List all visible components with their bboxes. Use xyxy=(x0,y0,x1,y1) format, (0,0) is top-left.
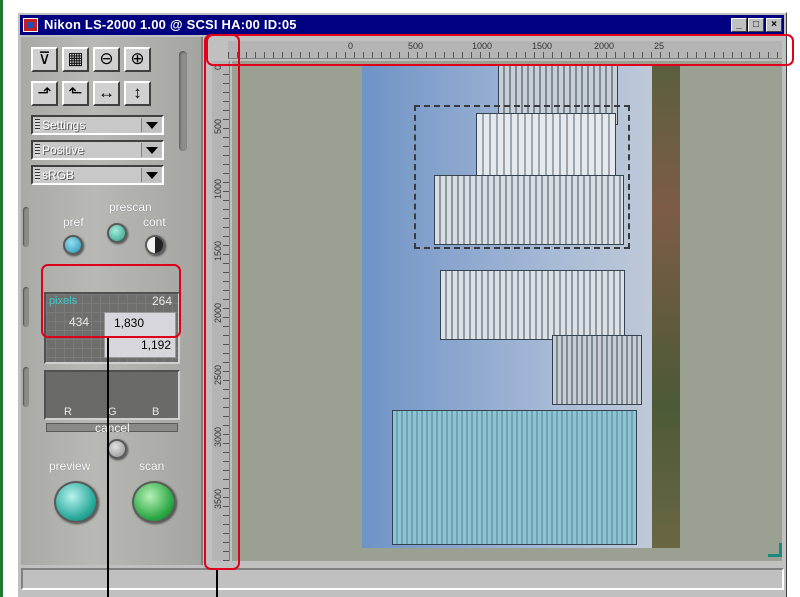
side-slot xyxy=(23,367,29,407)
grip-icon xyxy=(35,169,40,181)
pref-label: pref xyxy=(63,215,84,229)
resize-corner-icon[interactable] xyxy=(768,543,782,557)
settings-value: Settings xyxy=(42,118,86,132)
scan-label: scan xyxy=(139,459,165,473)
chevron-down-icon[interactable] xyxy=(141,168,161,182)
preview-image xyxy=(362,65,680,548)
crop-selection[interactable] xyxy=(414,105,630,249)
grip-icon xyxy=(35,144,40,156)
grip-icon xyxy=(35,119,40,131)
settings-dropdown[interactable]: Settings xyxy=(31,115,164,135)
flip-vertical-icon[interactable]: ↕ xyxy=(124,81,151,106)
film-type-value: Positive xyxy=(42,143,85,157)
window-title: Nikon LS-2000 1.00 @ SCSI HA:00 ID:05 xyxy=(44,17,297,32)
prescan-button[interactable] xyxy=(107,223,127,243)
callout-vruler-highlight xyxy=(204,34,240,570)
color-space-value: sRGB xyxy=(42,168,75,182)
histogram-r-label: R xyxy=(64,406,72,418)
app-icon[interactable] xyxy=(23,18,38,32)
crop-height-value: 1,192 xyxy=(140,338,171,352)
contrast-icon[interactable] xyxy=(145,235,165,255)
color-space-dropdown[interactable]: sRGB xyxy=(31,165,164,185)
checker-pattern-icon[interactable]: ▦ xyxy=(62,47,89,72)
chevron-down-icon[interactable] xyxy=(141,143,161,157)
histogram-g-label: G xyxy=(108,406,117,418)
scan-button[interactable] xyxy=(132,481,176,523)
minimize-button[interactable]: _ xyxy=(731,18,747,32)
panel-scroll-slot xyxy=(179,51,187,151)
callout-leader-line xyxy=(107,338,109,597)
status-bar xyxy=(21,568,784,590)
histogram-b-label: B xyxy=(152,406,160,418)
pref-button[interactable] xyxy=(63,235,83,255)
preview-label: preview xyxy=(49,459,91,473)
histogram-display: R G B xyxy=(44,370,180,420)
preview-area: 0 500 1000 1500 2000 25 0 500 1000 1500 … xyxy=(208,37,784,565)
film-type-dropdown[interactable]: Positive xyxy=(31,140,164,160)
chevron-down-icon[interactable] xyxy=(141,118,161,132)
zoom-out-icon[interactable]: ⊖ xyxy=(93,47,120,72)
cont-label: cont xyxy=(143,215,166,229)
side-slot xyxy=(23,207,29,247)
callout-ruler-highlight xyxy=(206,34,794,66)
title-bar[interactable]: Nikon LS-2000 1.00 @ SCSI HA:00 ID:05 _ … xyxy=(20,15,784,35)
flip-horizontal-icon[interactable]: ↔ xyxy=(93,81,120,106)
preview-canvas[interactable] xyxy=(232,61,782,561)
page-edge-rule xyxy=(0,0,3,597)
prescan-heading: prescan xyxy=(109,200,152,214)
rotate-left-icon[interactable]: ⬑ xyxy=(62,81,89,106)
scan-tray-icon[interactable]: ⊽ xyxy=(31,47,58,72)
cancel-label: cancel xyxy=(95,421,130,435)
callout-leader-line xyxy=(216,570,218,597)
rotate-right-icon[interactable]: ⬏ xyxy=(31,81,58,106)
callout-pixels-highlight xyxy=(41,264,181,338)
side-slot xyxy=(23,287,29,327)
cancel-button[interactable] xyxy=(107,439,127,459)
maximize-button[interactable]: □ xyxy=(748,18,764,32)
zoom-in-icon[interactable]: ⊕ xyxy=(124,47,151,72)
close-button[interactable]: × xyxy=(766,18,782,32)
preview-button[interactable] xyxy=(54,481,98,523)
